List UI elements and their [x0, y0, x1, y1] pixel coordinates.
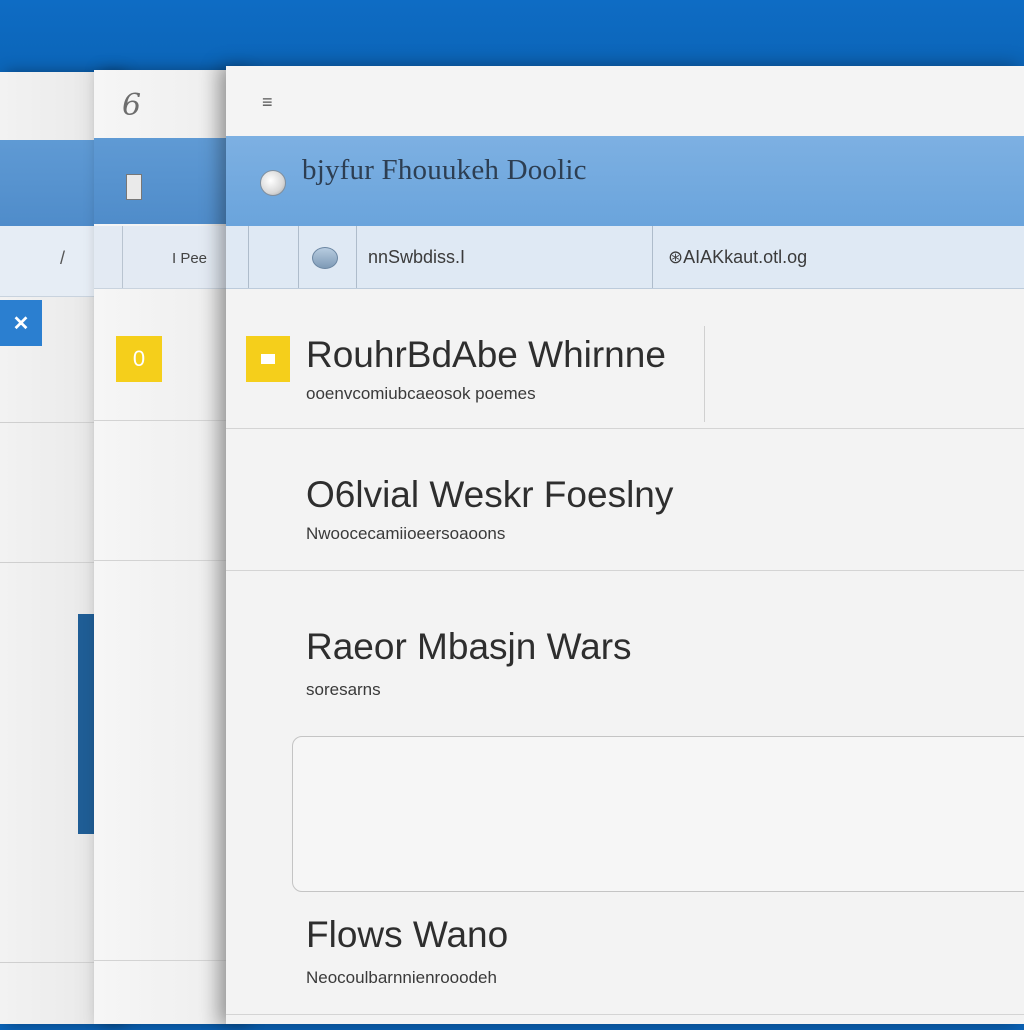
middle-window-toolbar-label[interactable]: I Pee [172, 250, 207, 267]
list-item-subtitle: Nwoocecamiioeersoaoons [306, 524, 506, 543]
toolbar-divider [652, 226, 653, 288]
divider [226, 1014, 1024, 1015]
list-item[interactable]: O6lvial Weskr Foeslny Nwoocecamiioeersoa… [226, 428, 1024, 571]
yellow-tile-icon [246, 336, 290, 382]
toolbar-divider [356, 226, 357, 288]
app-icon: ≡ [262, 92, 273, 112]
list-item-title: RouhrBdAbe Whirnne [306, 334, 666, 375]
avatar-icon[interactable] [260, 170, 286, 196]
section-title: Raeor Mbasjn Wars [306, 626, 632, 667]
front-window[interactable]: ≡ bjyfur Fhouukeh Doolic nnSwbdiss.I ⊛AI… [226, 66, 1024, 1024]
text-area-input[interactable] [292, 736, 1024, 892]
search-input[interactable]: nnSwbdiss.I [368, 247, 465, 268]
back-window-panel [78, 614, 94, 834]
middle-window-app-icon: 6 [122, 88, 142, 123]
list-item-subtitle: ooenvcomiubcaeosok poemes [306, 384, 536, 403]
toolbar: nnSwbdiss.I ⊛AIAKkaut.otl.og [226, 226, 1024, 289]
toolbar-divider [298, 226, 299, 288]
address-field[interactable]: ⊛AIAKkaut.otl.og [668, 247, 807, 268]
list-item[interactable]: RouhrBdAbe Whirnne ooenvcomiubcaeosok po… [226, 288, 1024, 429]
toolbar-divider [122, 226, 123, 288]
middle-window-tile-icon[interactable]: 0 [116, 336, 162, 382]
middle-window-header [94, 138, 244, 224]
page-title: bjyfur Fhouukeh Doolic [302, 154, 587, 186]
list-item-title: O6lvial Weskr Foeslny [306, 474, 674, 515]
doc-icon [126, 174, 142, 200]
divider [94, 420, 244, 421]
divider [94, 560, 244, 561]
divider [94, 960, 244, 961]
header-band: bjyfur Fhouukeh Doolic [226, 136, 1024, 226]
divider [704, 326, 705, 422]
section-title: Flows Wano [306, 914, 509, 955]
middle-window-toolbar [94, 226, 244, 289]
toolbar-divider [248, 226, 249, 288]
middle-window[interactable]: 6 I Pee 0 [94, 70, 244, 1024]
search-icon[interactable] [312, 247, 338, 269]
title-bar[interactable]: ≡ [226, 66, 1024, 136]
form-section: Raeor Mbasjn Wars soresarns Flows Wano N… [226, 570, 1024, 1030]
section-subtitle: Neocoulbarnnienrooodeh [306, 968, 497, 987]
back-window-tile-icon[interactable]: ✕ [0, 300, 42, 346]
back-window-strip-mark: / [60, 248, 66, 268]
section-subtitle: soresarns [306, 680, 381, 699]
